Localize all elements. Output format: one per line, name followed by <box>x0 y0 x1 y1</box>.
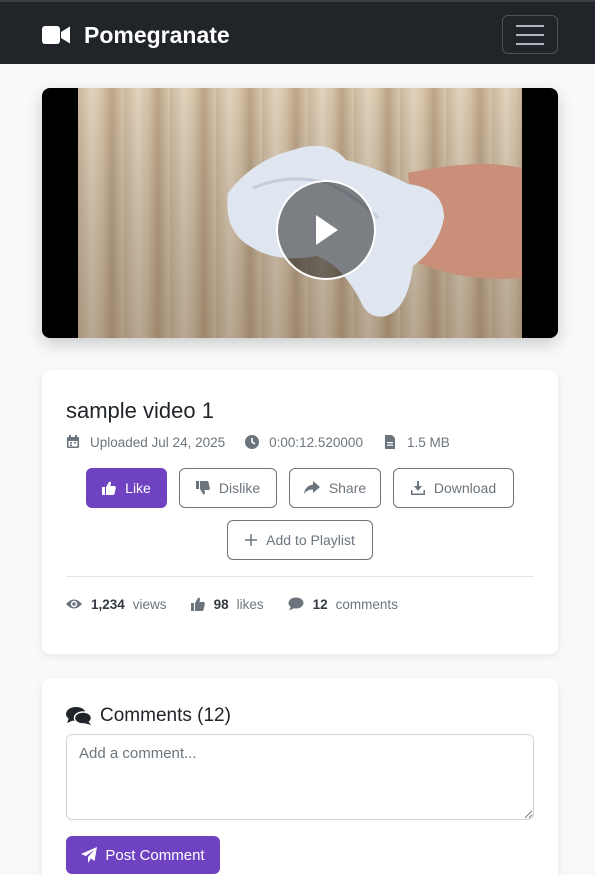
brand-name: Pomegranate <box>84 21 230 48</box>
add-to-playlist-button[interactable]: Add to Playlist <box>227 520 373 560</box>
comment-icon <box>288 597 304 611</box>
upload-date: Uploaded Jul 24, 2025 <box>90 434 226 450</box>
dislike-button[interactable]: Dislike <box>179 468 277 508</box>
likes-count: 98 <box>213 596 229 612</box>
plus-icon <box>245 534 258 546</box>
like-button[interactable]: Like <box>86 468 167 508</box>
comments-heading-text: Comments (12) <box>100 705 231 726</box>
video-info-card: sample video 1 Uploaded Jul 24, 2025 0:0… <box>42 370 558 654</box>
views-count: 1,234 <box>91 596 125 612</box>
video-title: sample video 1 <box>66 398 214 423</box>
share-button[interactable]: Share <box>289 468 381 508</box>
play-icon <box>316 215 338 245</box>
navbar: Pomegranate <box>0 0 595 64</box>
video-player[interactable] <box>42 88 558 338</box>
comments-count: 12 <box>312 596 328 612</box>
navbar-toggler-button[interactable] <box>502 15 558 54</box>
paper-plane-icon <box>81 847 98 863</box>
comment-input[interactable] <box>66 734 534 820</box>
eye-icon <box>66 599 82 609</box>
calendar-icon <box>67 435 79 448</box>
comments-card: Comments (12) Post Comment <box>42 678 558 875</box>
likes-label: likes <box>236 596 264 612</box>
brand-link[interactable]: Pomegranate <box>42 20 230 50</box>
file-size: 1.5 MB <box>406 434 450 450</box>
play-button[interactable] <box>276 180 376 280</box>
divider <box>66 576 534 577</box>
clock-icon <box>245 435 260 449</box>
thumbs-down-icon <box>195 481 210 495</box>
video-frame <box>78 88 522 338</box>
comments-icon <box>66 707 92 725</box>
dislike-label: Dislike <box>218 480 261 496</box>
post-comment-label: Post Comment <box>105 846 205 864</box>
like-label: Like <box>125 480 151 496</box>
download-label: Download <box>433 480 497 496</box>
thumbs-up-icon <box>190 597 205 611</box>
download-button[interactable]: Download <box>393 468 514 508</box>
download-icon <box>410 481 425 495</box>
post-comment-button[interactable]: Post Comment <box>66 836 220 874</box>
hamburger-menu-icon <box>516 24 544 45</box>
thumbs-up-icon <box>102 481 116 495</box>
file-icon <box>384 435 395 449</box>
share-arrow-icon <box>303 481 320 494</box>
comments-label: comments <box>335 596 398 612</box>
share-label: Share <box>328 480 367 496</box>
add-to-playlist-label: Add to Playlist <box>266 532 355 548</box>
views-label: views <box>132 596 167 612</box>
comments-heading: Comments (12) <box>66 704 231 728</box>
video-stats: 1,234 views 98 likes 12 comments <box>66 596 398 612</box>
video-duration: 0:00:12.520000 <box>269 434 363 450</box>
video-meta: Uploaded Jul 24, 2025 0:00:12.520000 1.5… <box>66 434 450 450</box>
video-camera-icon <box>42 26 70 44</box>
